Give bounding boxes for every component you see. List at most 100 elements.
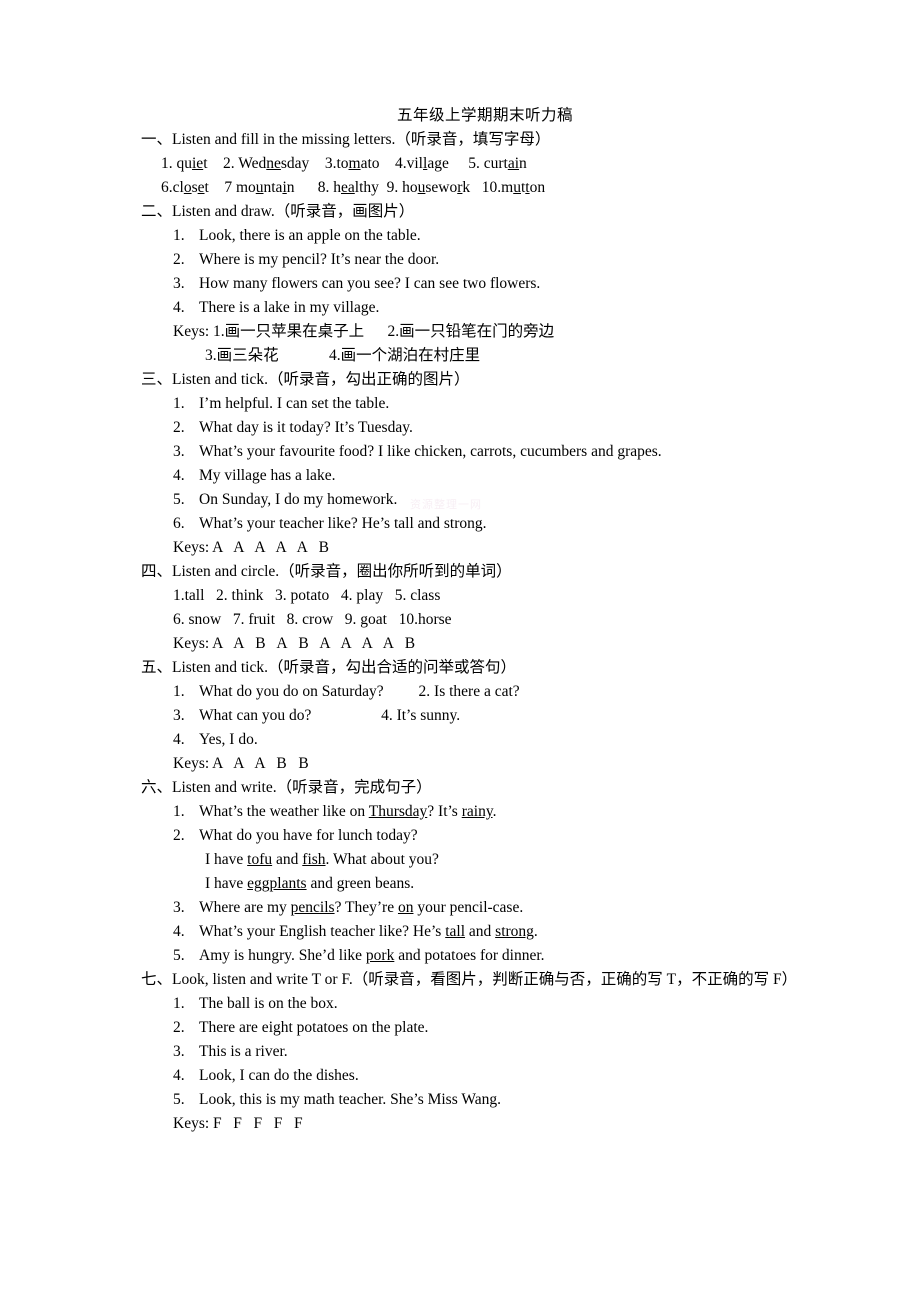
text-segment: your pencil-case.	[413, 899, 524, 916]
item-text: What’s your teacher like? He’s tall and …	[199, 515, 487, 532]
blank-answer: strong	[495, 923, 534, 940]
item-number: 1.	[173, 227, 185, 244]
list-item: 3. What’s your favourite food? I like chi…	[141, 440, 801, 464]
item-number: 2.	[173, 827, 185, 844]
word-item: 8. healthy	[317, 179, 379, 196]
list-item: 1. Look, there is an apple on the table.	[141, 224, 801, 248]
item-number: 5.	[173, 947, 185, 964]
blank-answer: Thursday	[368, 803, 428, 820]
page-title: 五年级上学期期末听力稿	[396, 107, 573, 124]
item-text: How many flowers can you see? I can see …	[199, 275, 541, 292]
item-number: 4.	[173, 299, 185, 316]
item-text: What’s the weather like on Thursday? It’…	[199, 803, 496, 820]
item-text: What do you do on Saturday?	[199, 683, 384, 700]
answer-key-line: 3.画三朵花 4.画一个湖泊在村庄里	[141, 344, 801, 368]
list-item: 3. Where are my pencils? They’re on your …	[141, 896, 801, 920]
item-text: There is a lake in my village.	[199, 299, 380, 316]
item-number: 3.	[173, 275, 185, 292]
text-segment: and	[272, 851, 303, 868]
text-segment: What’s the weather like on	[199, 803, 369, 820]
blank-answer: rainy	[461, 803, 493, 820]
text-segment: Where are my	[199, 899, 291, 916]
list-item: 4. There is a lake in my village.	[141, 296, 801, 320]
blank-answer: tofu	[247, 851, 273, 868]
item-number: 1.	[173, 683, 185, 700]
list-item-continuation: I have tofu and fish. What about you?	[141, 848, 801, 872]
section-heading-5: 五、Listen and tick.（听录音，勾出合适的问举或答句）	[141, 659, 516, 676]
text-segment: Amy is hungry. She’d like	[199, 947, 366, 964]
item-text: Where is my pencil? It’s near the door.	[199, 251, 440, 268]
list-item: 4. Yes, I do.	[141, 728, 801, 752]
item-text-right: 2. Is there a cat?	[418, 683, 520, 700]
list-item: 3. How many flowers can you see? I can se…	[141, 272, 801, 296]
item-number: 5.	[173, 491, 185, 508]
item-number: 4.	[173, 1067, 185, 1084]
item-number: 3.	[173, 707, 185, 724]
item-text: On Sunday, I do my homework.	[199, 491, 398, 508]
section-heading-7: 七、Look, listen and write T or F.（听录音，看图片…	[141, 971, 798, 988]
word-item: 9. housework	[386, 179, 471, 196]
item-text: What’s your favourite food? I like chick…	[199, 443, 662, 460]
item-text: Look, this is my math teacher. She’s Mis…	[199, 1091, 501, 1108]
answer-key-line: Keys: A A A A A B	[173, 539, 329, 556]
item-text: I’m helpful. I can set the table.	[199, 395, 390, 412]
answer-key-line: Keys: F F F F F	[173, 1115, 303, 1132]
item-number: 3.	[173, 1043, 185, 1060]
item-text: What’s your English teacher like? He’s t…	[199, 923, 538, 940]
blank-answer: pencils	[290, 899, 335, 916]
item-number: 4.	[173, 731, 185, 748]
list-item: 5. Look, this is my math teacher. She’s M…	[141, 1088, 801, 1112]
text-segment: .	[533, 923, 538, 940]
item-number: 1.	[173, 395, 185, 412]
keys-label: Keys:	[173, 323, 210, 340]
list-item: 4. My village has a lake.	[141, 464, 801, 488]
item-number: 5.	[173, 1091, 185, 1108]
list-item: 1. What’s the weather like on Thursday? I…	[141, 800, 801, 824]
item-text: Look, there is an apple on the table.	[199, 227, 421, 244]
answer-key-line: Keys: 1.画一只苹果在桌子上 2.画一只铅笔在门的旁边	[141, 320, 801, 344]
item-number: 3.	[173, 443, 185, 460]
answer-key-line: Keys: A A A B B	[173, 755, 309, 772]
section-heading-4: 四、Listen and circle.（听录音，圈出你所听到的单词）	[141, 563, 512, 580]
item-text: Look, I can do the dishes.	[199, 1067, 359, 1084]
word-item: 2. Wednesday	[223, 155, 310, 172]
section-heading-2: 二、Listen and draw.（听录音，画图片）	[141, 203, 415, 220]
section-heading-3: 三、Listen and tick.（听录音，勾出正确的图片）	[141, 371, 470, 388]
blank-answer: pork	[365, 947, 395, 964]
word-item: 10.mutton	[481, 179, 546, 196]
text-segment: ? They’re	[334, 899, 398, 916]
item-number: 2.	[173, 419, 185, 436]
section4-word-row-1: 1.tall 2. think 3. potato 4. play 5. cla…	[173, 587, 441, 604]
word-item: 1. quiet	[161, 155, 208, 172]
section1-word-row-2: 6.closet 7 mountain 8. healthy 9. housew…	[141, 176, 801, 200]
text-segment: I have	[205, 875, 248, 892]
item-text-right: 4. It’s sunny.	[381, 707, 461, 724]
keys-answer: 2.画一只铅笔在门的旁边	[387, 323, 555, 340]
list-item: 3. What can you do? 4. It’s sunny.	[141, 704, 801, 728]
blank-answer: tall	[445, 923, 466, 940]
text-segment: I have	[205, 851, 248, 868]
word-item: 4.village	[395, 155, 449, 172]
section1-word-row-1: 1. quiet 2. Wednesday 3.tomato 4.village…	[141, 152, 801, 176]
item-number: 1.	[173, 803, 185, 820]
keys-answer: 3.画三朵花	[205, 347, 279, 364]
list-item: 1. I’m helpful. I can set the table.	[141, 392, 801, 416]
word-item: 3.tomato	[324, 155, 380, 172]
word-item: 6.closet	[161, 179, 209, 196]
text-segment: .	[492, 803, 497, 820]
item-number: 3.	[173, 899, 185, 916]
blank-answer: on	[397, 899, 414, 916]
text-segment: and	[465, 923, 496, 940]
list-item: 5. Amy is hungry. She’d like pork and pot…	[141, 944, 801, 968]
item-number: 4.	[173, 467, 185, 484]
item-text: What do you have for lunch today?	[199, 827, 418, 844]
list-item: 4. What’s your English teacher like? He’s…	[141, 920, 801, 944]
text-segment: . What about you?	[325, 851, 439, 868]
